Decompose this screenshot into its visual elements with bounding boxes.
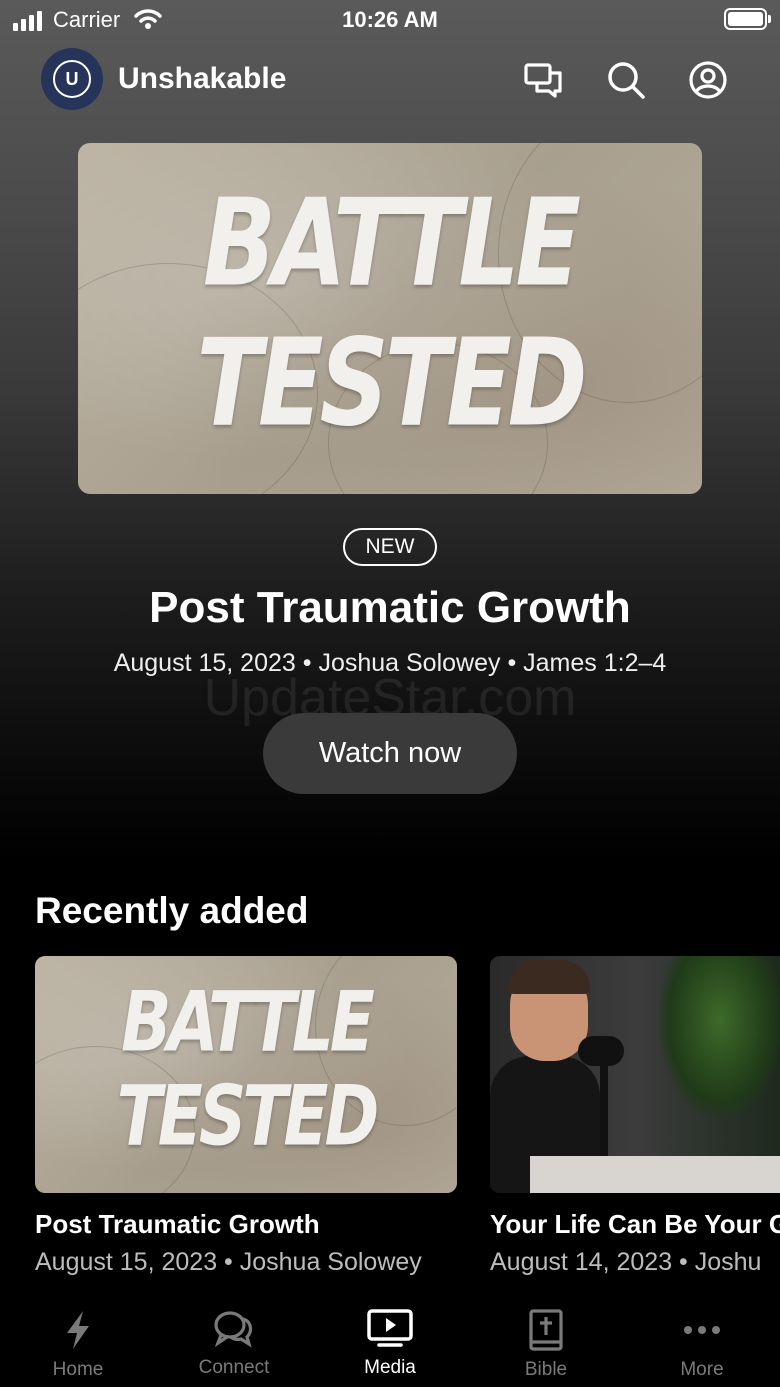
media-card-title: Post Traumatic Growth [35, 1209, 320, 1239]
hero-title: Post Traumatic Growth [149, 583, 631, 632]
new-badge: NEW [343, 528, 437, 566]
clock: 10:26 AM [342, 7, 438, 32]
chat-icon[interactable] [521, 58, 565, 102]
watch-now-button[interactable]: Watch now [263, 713, 517, 794]
tab-label: Bible [524, 1359, 568, 1380]
tab-more[interactable]: More [624, 1297, 780, 1387]
tab-label: Connect [198, 1357, 270, 1378]
recently-added-heading: Recently added [35, 890, 309, 931]
bolt-icon [67, 1311, 89, 1349]
chat-icon [214, 1311, 253, 1348]
more-icon [684, 1326, 720, 1334]
play-screen-icon [367, 1309, 413, 1347]
media-card-meta: August 15, 2023 • Joshua Solowey [35, 1248, 422, 1276]
app-title: Unshakable [118, 62, 287, 95]
search-icon[interactable] [604, 58, 648, 102]
card-art-line1: BATTLE [121, 974, 375, 1071]
logo-letter: U [65, 68, 79, 89]
tab-bible[interactable]: Bible [468, 1297, 624, 1387]
tab-home[interactable]: Home [0, 1297, 156, 1387]
podcast-photo [490, 956, 780, 1193]
media-card-title: Your Life Can Be Your G [490, 1209, 780, 1239]
media-card-meta: August 14, 2023 • Joshu [490, 1248, 762, 1276]
media-card[interactable]: Your Life Can Be Your G August 14, 2023 … [490, 956, 780, 1277]
media-thumbnail: BATTLE TESTED [35, 956, 457, 1193]
card-art-line2: TESTED [116, 1068, 380, 1165]
art-title-line1: BATTLE [202, 173, 581, 313]
tab-connect[interactable]: Connect [156, 1297, 312, 1387]
status-bar: Carrier 10:26 AM [0, 0, 780, 40]
battery-icon [724, 8, 771, 30]
art-title-line2: TESTED [196, 313, 588, 453]
tab-label: Media [364, 1357, 416, 1378]
hero-series-artwork[interactable]: BATTLE TESTED [78, 143, 702, 494]
tab-label: Home [52, 1359, 104, 1380]
account-icon[interactable] [686, 58, 730, 102]
media-thumbnail [490, 956, 780, 1193]
tab-bar: Home Connect Media Bible More [0, 1297, 780, 1387]
tab-label: More [680, 1359, 724, 1380]
bible-icon [529, 1309, 563, 1351]
media-card[interactable]: BATTLE TESTED Post Traumatic Growth Augu… [35, 956, 457, 1277]
battle-tested-artwork: BATTLE TESTED [78, 143, 702, 494]
tab-media[interactable]: Media [312, 1297, 468, 1387]
app-header: U Unshakable [0, 48, 780, 112]
app-logo[interactable]: U [41, 48, 103, 110]
